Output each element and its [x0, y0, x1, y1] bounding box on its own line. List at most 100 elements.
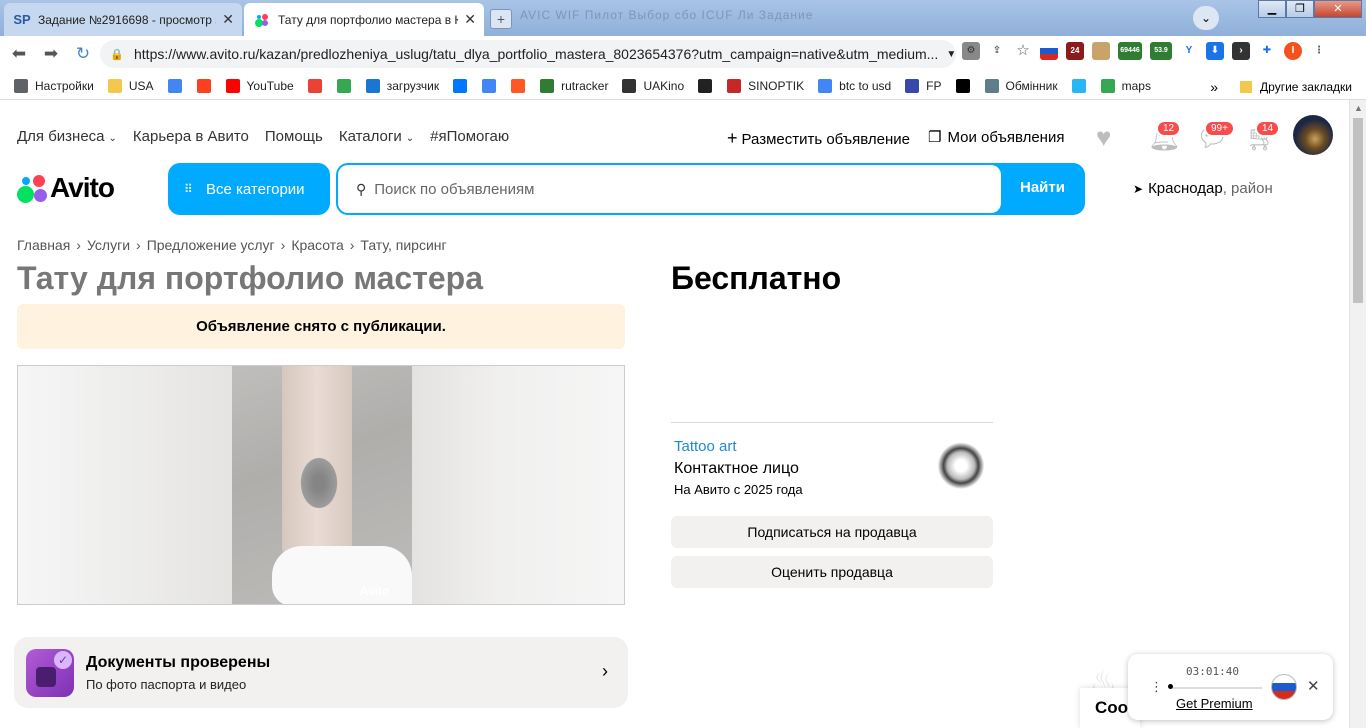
chevron-right-icon[interactable]: ›: [602, 661, 608, 682]
profile-avatar-icon[interactable]: I: [1284, 42, 1302, 60]
my-ads-link[interactable]: ❐ Мои объявления: [928, 128, 1064, 149]
extension-face-icon[interactable]: [1092, 42, 1110, 60]
breadcrumb-services[interactable]: Услуги: [87, 237, 130, 253]
new-tab-button[interactable]: +: [490, 9, 512, 29]
bookmark-item[interactable]: rutracker: [540, 78, 608, 93]
bookmark-item[interactable]: [167, 78, 189, 93]
bookmark-item[interactable]: [482, 78, 503, 93]
location-arrow-icon: ➤: [1133, 181, 1144, 196]
bookmark-item[interactable]: FP: [905, 78, 942, 93]
chevron-down-icon: ⌄: [108, 133, 117, 144]
bookmark-item[interactable]: [336, 78, 358, 93]
bookmark-item[interactable]: [307, 78, 329, 93]
notifications-badge: 12: [1156, 120, 1182, 137]
site-settings-icon[interactable]: ⚙: [962, 42, 980, 60]
bookmark-item[interactable]: maps: [1100, 78, 1151, 93]
browser-tab-task[interactable]: SP Задание №2916698 - просмотр з ✕: [4, 3, 242, 36]
bookmark-item[interactable]: загрузчик: [365, 78, 439, 93]
avito-logo[interactable]: Avito: [17, 172, 115, 204]
nav-help[interactable]: Помощь: [265, 128, 323, 145]
breadcrumb-home[interactable]: Главная: [17, 237, 70, 253]
nav-business[interactable]: Для бизнеса ⌄: [17, 128, 117, 145]
address-bar[interactable]: 🔒 https://www.avito.ru/kazan/predlozheni…: [100, 40, 956, 68]
url-dropdown-icon[interactable]: ▼: [946, 49, 956, 60]
bookmark-item[interactable]: Обмінник: [984, 78, 1058, 93]
lock-icon: 🔒: [110, 48, 124, 61]
favorites-heart-icon[interactable]: ♥: [1096, 122, 1111, 153]
bookmark-item[interactable]: UAKino: [622, 78, 684, 93]
window-close-icon[interactable]: ✕: [1314, 0, 1362, 18]
docs-title: Документы проверены: [86, 654, 271, 671]
folder-icon: [1240, 81, 1253, 93]
bookmark-item[interactable]: USA: [107, 78, 154, 93]
all-categories-button[interactable]: ⠿ Все категории: [168, 163, 330, 215]
subscribe-seller-button[interactable]: Подписаться на продавца: [671, 516, 993, 548]
breadcrumb-beauty[interactable]: Красота: [291, 237, 343, 253]
listing-photo[interactable]: Avito: [17, 365, 625, 605]
folder-icon: [107, 78, 122, 93]
background-tabs[interactable]: AVIC WIF Пилот Выбор сбо ICUF Ли Задание: [520, 8, 813, 22]
breadcrumb-separator: ›: [136, 237, 141, 253]
search-input[interactable]: ⚲ Поиск по объявлениям: [338, 165, 1001, 213]
other-bookmarks[interactable]: » Другие закладки: [1210, 79, 1352, 95]
bookmark-item[interactable]: Настройки: [14, 78, 94, 93]
ltc-price-icon[interactable]: 53.9: [1150, 42, 1172, 60]
chrome-menu-icon[interactable]: ⋮: [1310, 42, 1328, 60]
bookmark-item[interactable]: btc to usd: [818, 78, 892, 93]
close-icon[interactable]: ✕: [1307, 677, 1320, 695]
russia-flag-icon[interactable]: [1271, 674, 1297, 700]
bookmark-item[interactable]: YouTube: [225, 78, 294, 93]
btc-price-icon[interactable]: 69446: [1118, 42, 1142, 60]
bookmark-item[interactable]: [1071, 78, 1093, 93]
forward-arrow-icon[interactable]: ➡: [38, 44, 64, 64]
bookmark-label: btc to usd: [839, 78, 892, 93]
url-text[interactable]: https://www.avito.ru/kazan/predlozheniya…: [134, 46, 938, 62]
extension-24-icon[interactable]: 24: [1066, 42, 1084, 60]
russia-flag-icon[interactable]: [1040, 42, 1058, 60]
puzzle-icon[interactable]: ✚: [1258, 42, 1276, 60]
seller-avatar[interactable]: [936, 436, 986, 490]
bookmark-star-icon[interactable]: ☆: [1014, 42, 1032, 60]
tab-close-icon[interactable]: ✕: [464, 11, 476, 28]
breadcrumb-offers[interactable]: Предложение услуг: [147, 237, 275, 253]
player-progress-handle[interactable]: [1168, 684, 1173, 689]
maximize-icon[interactable]: ❐: [1286, 0, 1314, 18]
bookmark-item[interactable]: [698, 78, 719, 93]
other-bookmarks-label[interactable]: Другие закладки: [1260, 80, 1352, 94]
y-extension-icon[interactable]: Y: [1180, 42, 1198, 60]
nav-catalogs[interactable]: Каталоги ⌄: [339, 128, 414, 145]
search-button[interactable]: Найти: [1020, 179, 1065, 196]
seller-name-link[interactable]: Tattoo art: [674, 438, 737, 455]
scroll-up-icon[interactable]: ▲: [1354, 103, 1363, 113]
breadcrumb-tattoo[interactable]: Тату, пирсинг: [360, 237, 446, 253]
bookmark-label: USA: [128, 78, 154, 93]
scrollbar-thumb[interactable]: [1353, 118, 1363, 303]
post-ad-link[interactable]: + Разместить объявление: [727, 128, 910, 149]
get-premium-link[interactable]: Get Premium: [1176, 696, 1253, 711]
user-avatar[interactable]: [1293, 115, 1333, 155]
download-icon[interactable]: ⬇: [1206, 42, 1224, 60]
tab-search-icon[interactable]: ⌄: [1193, 6, 1219, 30]
nav-ya-pomogayu[interactable]: #яПомогаю: [430, 128, 509, 145]
bookmark-item[interactable]: SINOPTIK: [727, 78, 804, 93]
back-arrow-icon[interactable]: ⬅: [6, 44, 32, 64]
nav-career[interactable]: Карьера в Авито: [133, 128, 249, 145]
bookmark-item[interactable]: [511, 78, 532, 93]
reload-icon[interactable]: ↻: [70, 44, 96, 64]
browser-tab-avito[interactable]: Тату для портфолио мастера в Ка ✕: [244, 3, 484, 36]
location-selector[interactable]: ➤ Краснодар, район: [1133, 180, 1273, 197]
terminal-icon[interactable]: ›: [1232, 42, 1250, 60]
documents-verified-card[interactable]: ✓ Документы проверены По фото паспорта и…: [14, 637, 628, 708]
bookmark-item[interactable]: [196, 78, 218, 93]
player-time: 03:01:40: [1186, 665, 1239, 678]
rate-seller-button[interactable]: Оценить продавца: [671, 556, 993, 588]
share-icon[interactable]: ⇪: [988, 42, 1006, 60]
player-menu-icon[interactable]: ⋮: [1150, 679, 1163, 695]
tab-close-icon[interactable]: ✕: [222, 11, 234, 28]
bookmark-item[interactable]: [453, 78, 474, 93]
page-scrollbar[interactable]: ▲: [1349, 100, 1366, 728]
minimize-icon[interactable]: ▁: [1258, 0, 1286, 18]
bookmarks-more-icon[interactable]: »: [1210, 79, 1218, 95]
bookmark-item[interactable]: [955, 78, 977, 93]
player-progress[interactable]: [1170, 687, 1262, 689]
